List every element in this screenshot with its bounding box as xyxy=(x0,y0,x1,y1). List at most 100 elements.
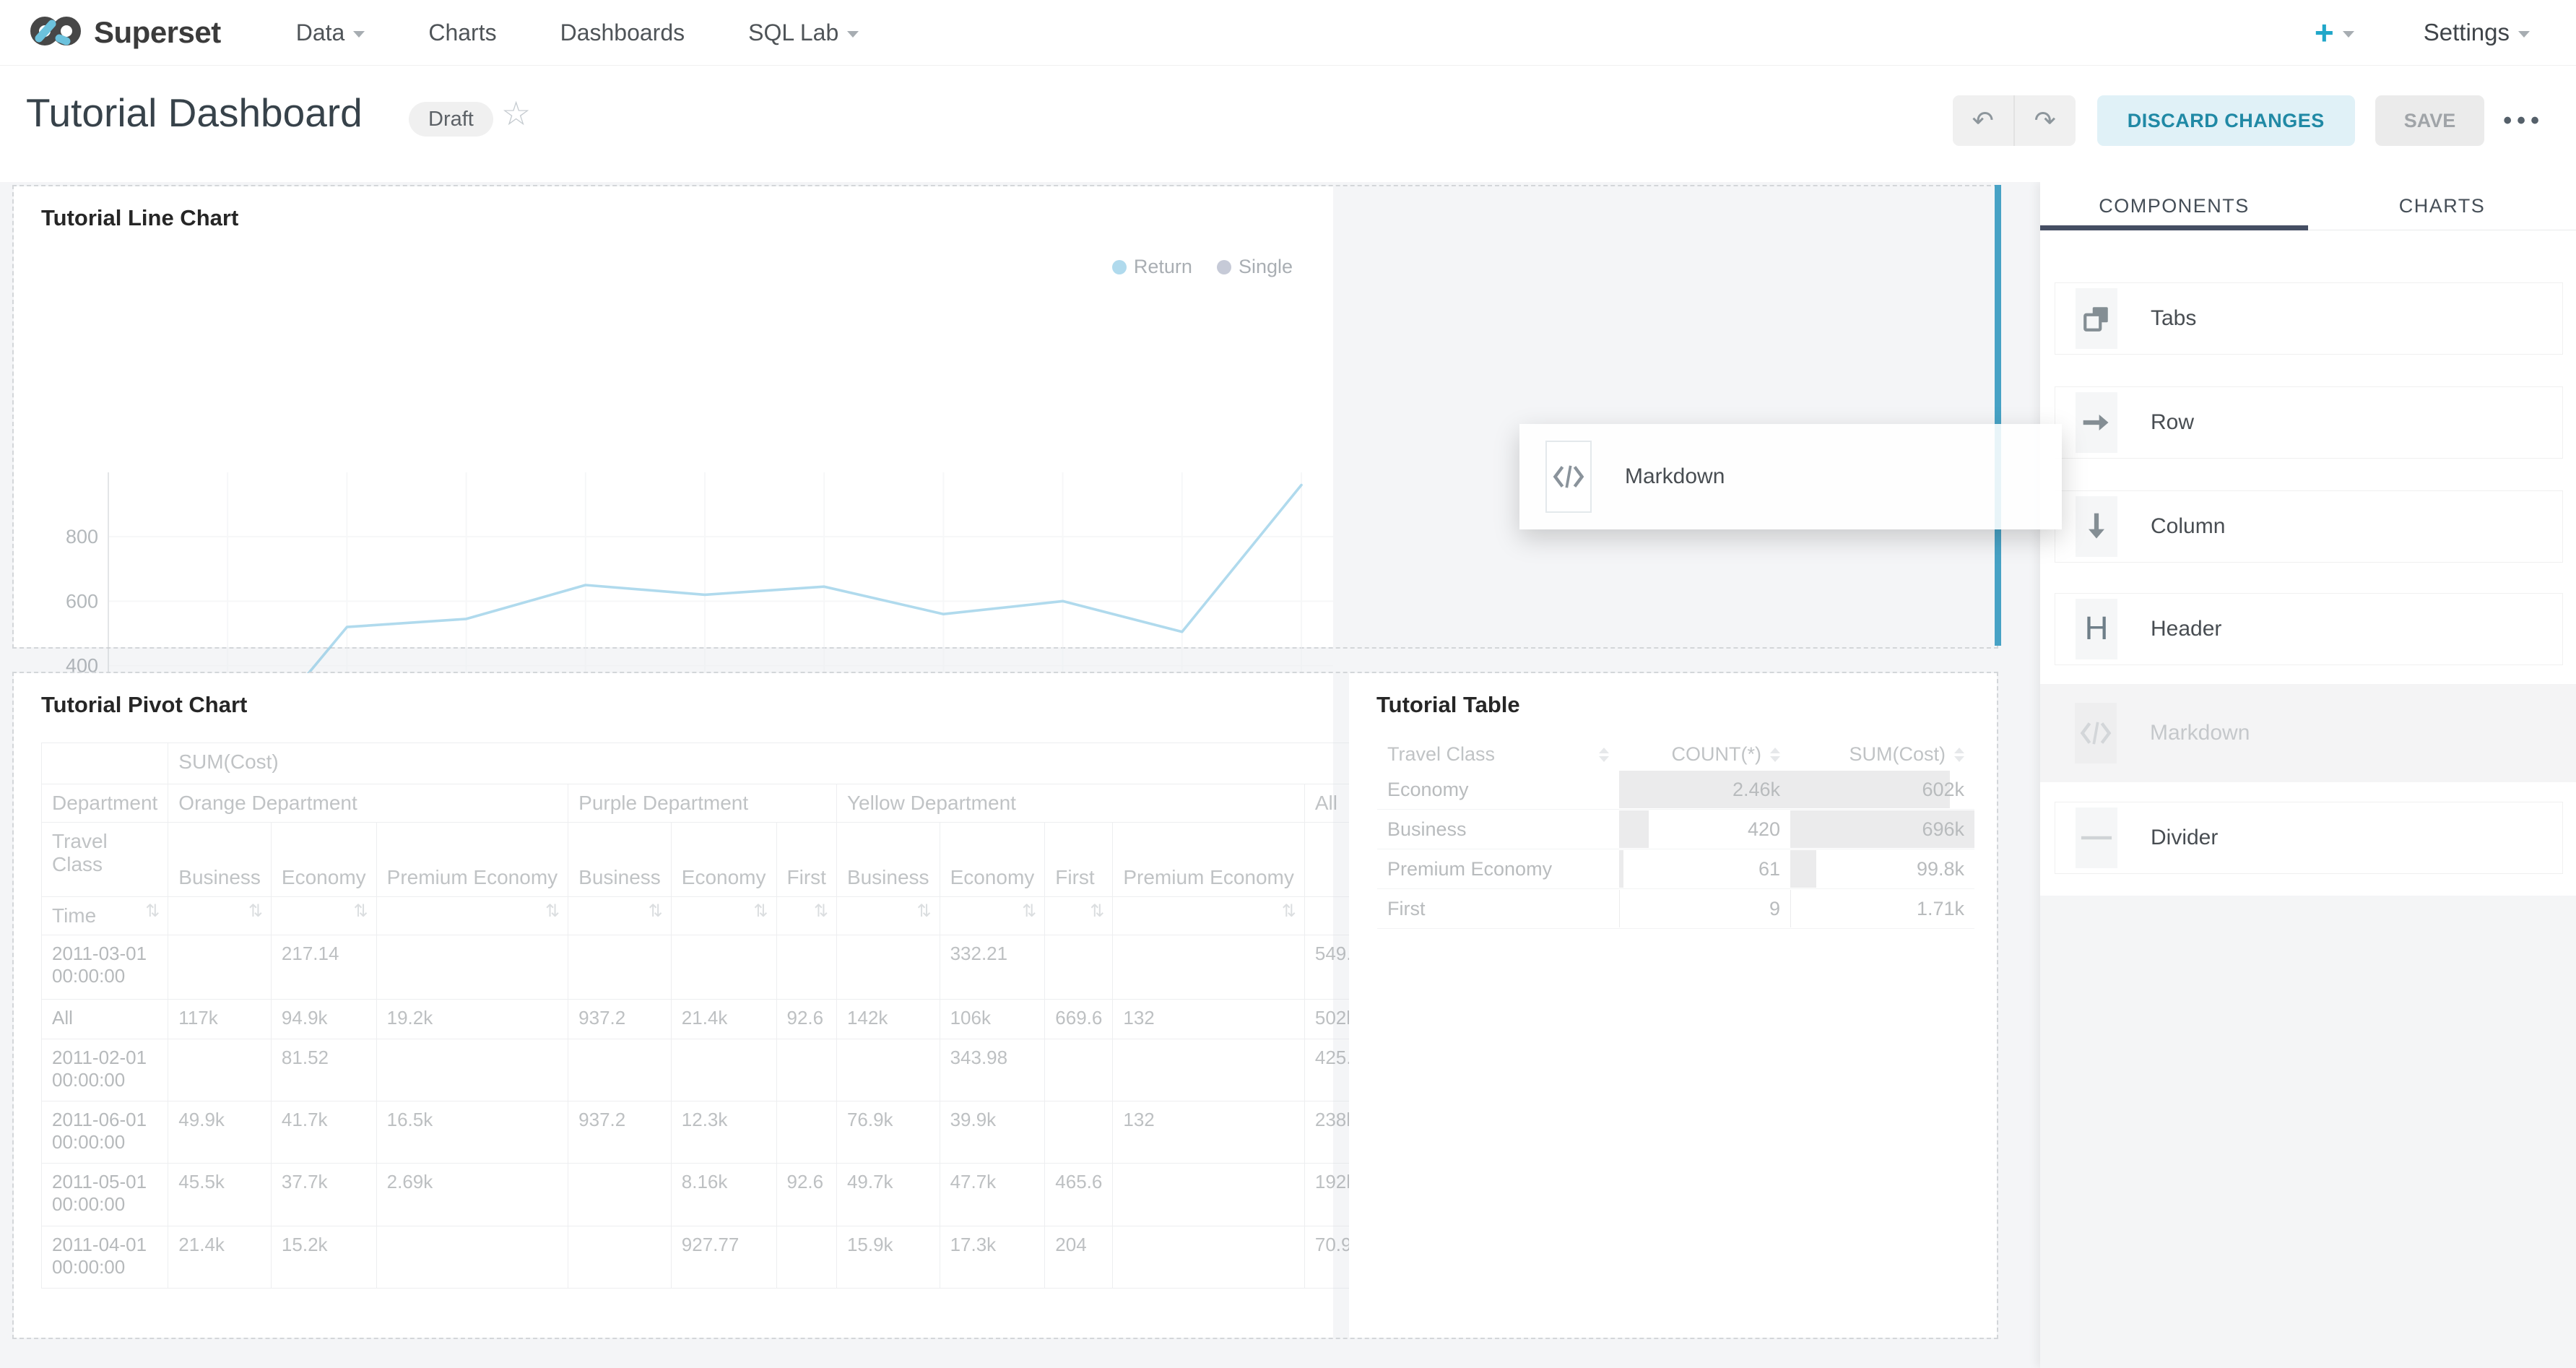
sum-cell: 696k xyxy=(1790,810,1974,849)
pivot-chart-card[interactable]: Tutorial Pivot Chart SUM(Cost)Department… xyxy=(14,673,1333,1338)
new-item-button[interactable]: + xyxy=(2315,13,2354,52)
pivot-sort-cell[interactable]: ⇅ xyxy=(568,897,672,935)
sidebar-tab-charts[interactable]: CHARTS xyxy=(2308,182,2576,230)
pivot-cell xyxy=(376,1226,568,1289)
nav-item-label: Data xyxy=(296,20,345,46)
sidebar-item-header[interactable]: HHeader xyxy=(2055,593,2563,665)
pivot-cell: 332.21 xyxy=(940,935,1045,1000)
pivot-corner-cell xyxy=(42,743,168,784)
sort-icon[interactable]: ⇅ xyxy=(814,904,826,919)
pivot-sort-cell[interactable]: ⇅ xyxy=(271,897,376,935)
pivot-cell xyxy=(168,1039,272,1101)
legend-item-return[interactable]: Return xyxy=(1112,256,1192,278)
pivot-row-header: 2011-05-0100:00:00 xyxy=(42,1164,168,1226)
nav-item-data[interactable]: Data xyxy=(296,20,365,46)
pivot-subcolumn: First xyxy=(776,823,836,897)
legend-item-single[interactable]: Single xyxy=(1217,256,1293,278)
pivot-cell xyxy=(776,935,836,1000)
sort-icon[interactable]: ⇅ xyxy=(545,904,558,919)
pivot-row-header: 2011-03-0100:00:00 xyxy=(42,935,168,1000)
sort-icon[interactable]: ⇅ xyxy=(753,904,766,919)
pivot-cell: 39.9k xyxy=(940,1101,1045,1164)
sort-icon[interactable]: ⇅ xyxy=(354,904,366,919)
pivot-cell: 343.98 xyxy=(940,1039,1045,1101)
pivot-cell: 12.3k xyxy=(671,1101,776,1164)
column-header[interactable]: Travel Class xyxy=(1377,738,1619,770)
sort-icon[interactable]: ⇅ xyxy=(145,904,157,919)
sidebar-item-column[interactable]: Column xyxy=(2055,490,2563,563)
sidebar-item-markdown: Markdown xyxy=(2040,684,2576,782)
undo-button[interactable]: ↶ xyxy=(1953,95,2015,146)
pivot-col-group: Purple Department xyxy=(568,784,837,823)
pivot-subcolumn: Business xyxy=(836,823,940,897)
sort-icon[interactable]: ⇅ xyxy=(1282,904,1294,919)
sidebar-empty-area xyxy=(2040,896,2576,1368)
pivot-row-header: All xyxy=(42,1000,168,1039)
column-icon xyxy=(2076,496,2117,557)
sidebar-tab-components[interactable]: COMPONENTS xyxy=(2040,182,2308,230)
drop-indicator-line xyxy=(1995,185,2001,646)
sort-icon xyxy=(1770,748,1780,762)
sidebar-item-tabs[interactable]: Tabs xyxy=(2055,282,2563,355)
nav-item-charts[interactable]: Charts xyxy=(428,20,496,46)
sidebar-item-label: Tabs xyxy=(2151,306,2196,331)
pivot-cell: 669.6 xyxy=(1045,1000,1113,1039)
pivot-sort-cell[interactable]: ⇅ xyxy=(1045,897,1113,935)
sort-icon[interactable]: ⇅ xyxy=(916,904,929,919)
pivot-sort-cell[interactable]: ⇅ xyxy=(1113,897,1305,935)
pivot-time-header[interactable]: Time⇅ xyxy=(42,897,168,935)
pivot-subcolumn: Economy xyxy=(940,823,1045,897)
save-button[interactable]: SAVE xyxy=(2375,95,2485,146)
legend-dot xyxy=(1217,260,1231,274)
sidebar-item-divider[interactable]: Divider xyxy=(2055,802,2563,874)
favorite-star-icon[interactable]: ☆ xyxy=(501,94,531,133)
table-chart-card[interactable]: Tutorial Table Travel Class COUNT(*) SUM… xyxy=(1349,673,1997,1338)
chevron-down-icon xyxy=(2518,31,2530,38)
chart-legend: Return Single xyxy=(1088,256,1293,278)
sort-icon xyxy=(1954,748,1964,762)
pivot-cell: 204 xyxy=(1045,1226,1113,1289)
pivot-cell: 41.7k xyxy=(271,1101,376,1164)
discard-changes-button[interactable]: DISCARD CHANGES xyxy=(2097,95,2355,146)
nav-item-sql-lab[interactable]: SQL Lab xyxy=(748,20,859,46)
pivot-sort-cell[interactable]: ⇅ xyxy=(671,897,776,935)
nav-item-dashboards[interactable]: Dashboards xyxy=(560,20,685,46)
line-chart-card[interactable]: Tutorial Line Chart ReturnSingle 2004006… xyxy=(14,186,1333,647)
column-header[interactable]: SUM(Cost) xyxy=(1790,738,1974,770)
chevron-down-icon xyxy=(2343,31,2354,38)
sort-icon[interactable]: ⇅ xyxy=(1022,904,1034,919)
tab-label: CHARTS xyxy=(2399,195,2486,217)
drag-preview-label: Markdown xyxy=(1625,464,1725,489)
pivot-sort-cell[interactable]: ⇅ xyxy=(376,897,568,935)
drag-preview-card[interactable]: Markdown xyxy=(1519,424,2062,529)
tabs-icon xyxy=(2076,288,2117,349)
dashboard-title[interactable]: Tutorial Dashboard xyxy=(26,90,363,136)
legend-label: Return xyxy=(1134,256,1192,278)
sidebar-item-label: Column xyxy=(2151,514,2225,539)
svg-text:600: 600 xyxy=(66,590,98,612)
count-cell: 420 xyxy=(1619,810,1790,849)
sort-icon[interactable]: ⇅ xyxy=(248,904,261,919)
superset-brand[interactable]: Superset xyxy=(25,9,221,56)
pivot-cell xyxy=(1045,935,1113,1000)
pivot-sort-cell[interactable]: ⇅ xyxy=(168,897,272,935)
pivot-subcolumn: Business xyxy=(568,823,672,897)
sidebar-item-label: Divider xyxy=(2151,826,2218,850)
chevron-down-icon xyxy=(847,31,859,38)
sort-icon[interactable]: ⇅ xyxy=(1090,904,1102,919)
pivot-cell xyxy=(776,1226,836,1289)
pivot-sort-cell[interactable]: ⇅ xyxy=(940,897,1045,935)
sidebar-item-row[interactable]: Row xyxy=(2055,386,2563,459)
pivot-row-header: 2011-04-0100:00:00 xyxy=(42,1226,168,1289)
column-header[interactable]: COUNT(*) xyxy=(1619,738,1790,770)
redo-button[interactable]: ↷ xyxy=(2015,95,2076,146)
sort-icon[interactable]: ⇅ xyxy=(649,904,661,919)
more-options-button[interactable]: ••• xyxy=(2503,107,2544,135)
pivot-sort-cell[interactable]: ⇅ xyxy=(836,897,940,935)
travel-class-cell: Business xyxy=(1377,810,1619,849)
pivot-row-dimension: TravelClass xyxy=(42,823,168,897)
table-chart-body: Travel Class COUNT(*) SUM(Cost) Economy … xyxy=(1349,673,1997,1338)
settings-menu[interactable]: Settings xyxy=(2424,19,2530,46)
pivot-sort-cell[interactable]: ⇅ xyxy=(776,897,836,935)
sidebar-tabs: COMPONENTS CHARTS xyxy=(2040,182,2576,230)
